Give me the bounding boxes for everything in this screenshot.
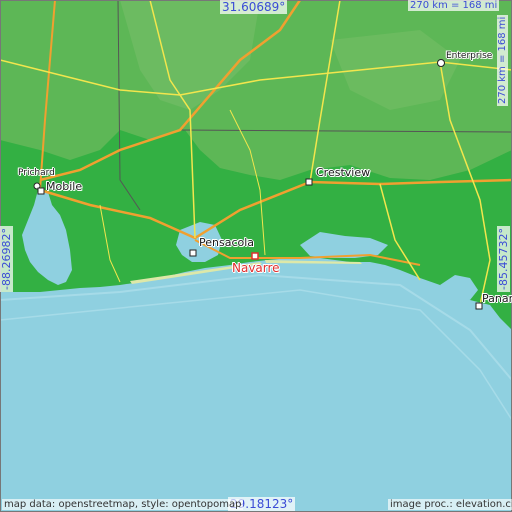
city-mobile: Mobile (46, 180, 83, 193)
city-pensacola: Pensacola (199, 236, 255, 249)
credit-map-data: map data: openstreetmap, style: opentopo… (2, 499, 244, 510)
scale-right-label: 270 km = 168 mi (497, 14, 508, 106)
credit-image-proc: image proc.: elevation.city (388, 499, 512, 510)
map-graphic (0, 0, 512, 512)
east-longitude-label: -85.45732° (497, 226, 510, 292)
city-panama: Panama (482, 292, 512, 305)
city-crestview: Crestview (316, 166, 371, 179)
map-canvas[interactable]: 31.60689° 29.18123° -88.26982° -85.45732… (0, 0, 512, 512)
navarre-marker (251, 252, 259, 260)
scale-top-label: 270 km = 168 mi (408, 0, 500, 11)
target-navarre: Navarre (232, 261, 280, 275)
north-latitude-label: 31.60689° (220, 0, 288, 14)
city-enterprise: Enterprise (446, 51, 493, 61)
west-longitude-label: -88.26982° (0, 226, 13, 292)
city-prichard: Prichard (18, 168, 55, 178)
